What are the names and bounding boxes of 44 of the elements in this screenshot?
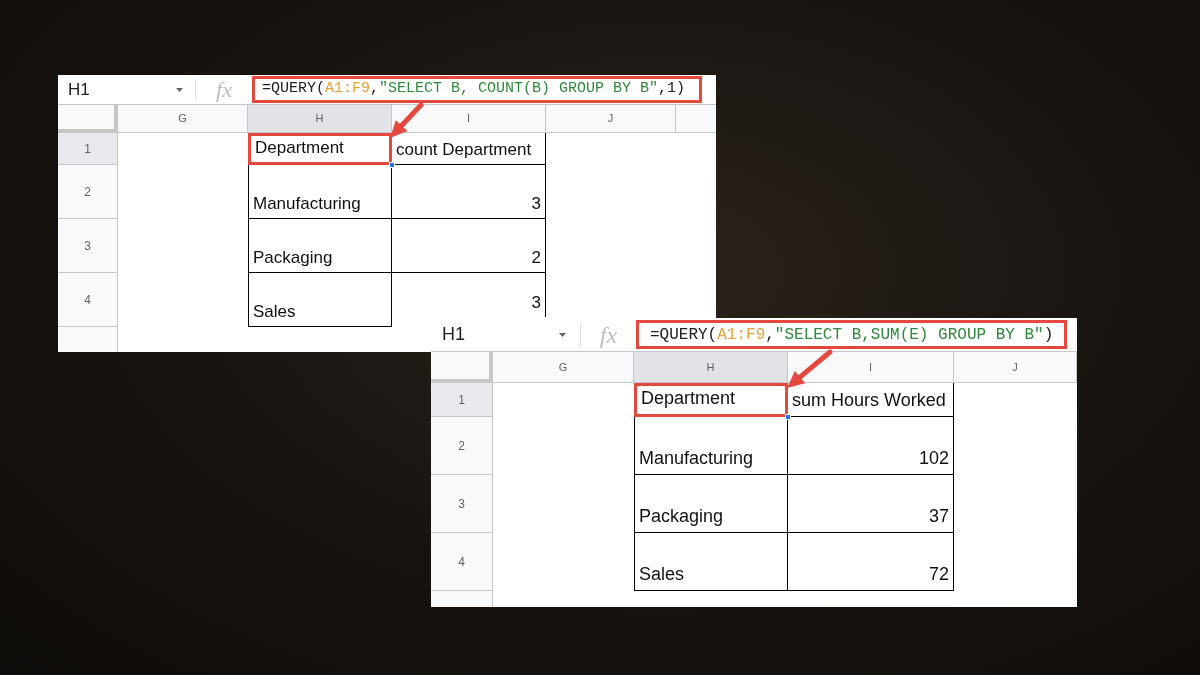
table-cell[interactable]: Sales [248, 273, 392, 327]
caret-icon [559, 332, 566, 337]
table-cell[interactable]: 3 [392, 165, 546, 219]
row-header[interactable]: 3 [431, 475, 493, 533]
row-header[interactable]: 1 [58, 133, 118, 165]
column-header[interactable]: G [493, 352, 634, 383]
corner-header[interactable] [58, 105, 118, 133]
table-cell[interactable]: Manufacturing [248, 165, 392, 219]
column-header[interactable]: H [634, 352, 788, 383]
table-cell[interactable]: 37 [788, 475, 954, 533]
corner-header[interactable] [431, 352, 493, 383]
table-cell[interactable]: 72 [788, 533, 954, 591]
function-symbol: fx [599, 322, 618, 347]
row-header[interactable] [58, 327, 118, 352]
table-cell[interactable]: Manufacturing [634, 417, 788, 475]
formula-field[interactable]: =QUERY(A1:F9,"SELECT B, COUNT(B) GROUP BY B",1) [252, 76, 702, 103]
caret-icon [176, 87, 183, 92]
table-cell[interactable]: sum Hours Worked [788, 383, 954, 417]
name-box[interactable]: H1 [431, 322, 581, 347]
table-cell[interactable]: Sales [634, 533, 788, 591]
column-header[interactable]: J [954, 352, 1077, 383]
table-cell[interactable]: Packaging [634, 475, 788, 533]
table-cell[interactable]: 102 [788, 417, 954, 475]
table-cell[interactable]: count Department [392, 133, 546, 165]
fill-handle[interactable] [785, 414, 791, 420]
column-header[interactable]: I [788, 352, 954, 383]
table-cell[interactable]: 2 [392, 219, 546, 273]
function-symbol: fx [216, 78, 232, 101]
column-header[interactable]: J [546, 105, 676, 133]
column-header[interactable]: I [392, 105, 546, 133]
row-header[interactable]: 1 [431, 383, 493, 417]
row-header[interactable] [431, 591, 493, 607]
table-cell[interactable]: Packaging [248, 219, 392, 273]
row-header[interactable]: 4 [431, 533, 493, 591]
fill-handle[interactable] [389, 162, 395, 168]
column-header[interactable]: H [248, 105, 392, 133]
column-header[interactable]: G [118, 105, 248, 133]
column-header[interactable] [676, 105, 716, 133]
row-header[interactable]: 3 [58, 219, 118, 273]
formula-field[interactable]: =QUERY(A1:F9,"SELECT B,SUM(E) GROUP BY B") [636, 320, 1067, 349]
name-box[interactable]: H1 [58, 79, 196, 100]
row-header[interactable]: 2 [431, 417, 493, 475]
row-header[interactable]: 2 [58, 165, 118, 219]
row-header[interactable]: 4 [58, 273, 118, 327]
